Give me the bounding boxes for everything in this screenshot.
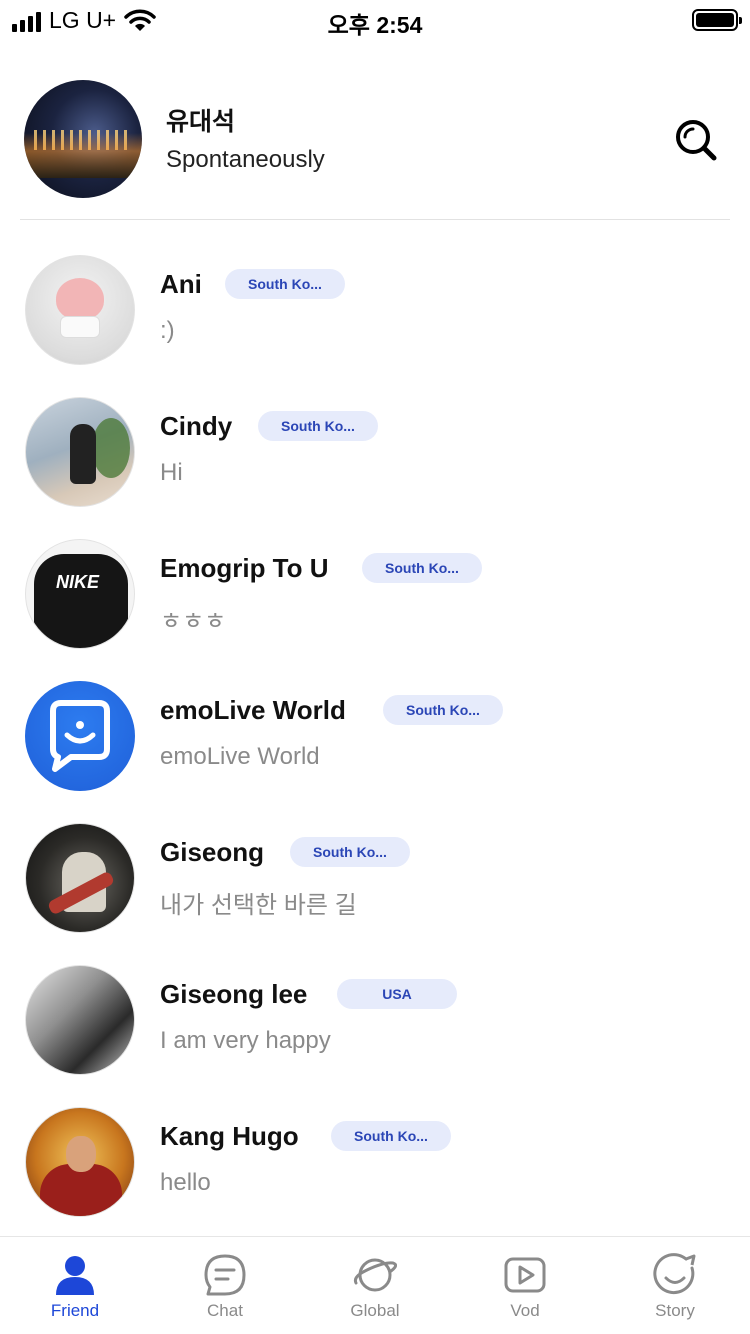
country-badge: South Ko... [225,269,345,299]
country-badge: South Ko... [383,695,503,725]
tab-label: Global [350,1301,400,1320]
friend-status-message: emoLive World [160,743,320,770]
friend-row[interactable]: Giseong South Ko... 내가 선택한 바른 길 [0,823,750,965]
friend-row[interactable]: Ani South Ko... :) [0,255,750,397]
emolive-logo-icon [50,700,110,772]
smile-icon [653,1253,696,1295]
tab-global[interactable]: Global [300,1237,450,1334]
friend-avatar[interactable] [25,681,135,791]
tab-label: Vod [510,1301,540,1320]
tab-friend[interactable]: Friend [0,1237,150,1334]
friend-row[interactable]: Cindy South Ko... Hi [0,397,750,539]
country-badge: USA [337,979,457,1009]
friend-row[interactable]: Kang Hugo South Ko... hello [0,1107,750,1249]
friend-name: emoLive World [160,695,346,725]
country-badge: South Ko... [331,1121,451,1151]
friend-name: Ani [160,269,202,299]
search-icon[interactable] [674,118,718,162]
friend-row[interactable]: NIKE Emogrip To U South Ko... ㅎㅎㅎ [0,539,750,681]
my-name: 유대석 [166,108,236,136]
friend-name: Emogrip To U [160,553,329,583]
friend-name: Giseong lee [160,979,308,1009]
tab-story[interactable]: Story [600,1237,750,1334]
my-status-message: Spontaneously [166,146,325,173]
friend-row[interactable]: emoLive World South Ko... emoLive World [0,681,750,823]
friend-name: Cindy [160,411,233,441]
friend-row[interactable]: Giseong lee USA I am very happy [0,965,750,1107]
planet-icon [353,1258,397,1292]
friend-name: Kang Hugo [160,1121,299,1151]
my-avatar[interactable] [24,80,142,198]
status-bar: LG U+ 오후 2:54 [0,0,750,40]
battery-icon [692,9,742,31]
bottom-tab-bar: Friend Chat Global Vod Story [0,1236,750,1334]
friend-avatar[interactable] [25,397,135,507]
my-profile[interactable]: 유대석 Spontaneously [0,60,750,220]
friend-avatar[interactable] [25,965,135,1075]
tab-vod[interactable]: Vod [450,1237,600,1334]
friend-status-message: 내가 선택한 바른 길 [160,892,357,919]
tab-label: Chat [207,1301,243,1320]
clock-time: 오후 2:54 [327,12,423,38]
person-icon [56,1256,94,1295]
friend-status-message: Hi [160,459,183,486]
country-badge: South Ko... [362,553,482,583]
friend-avatar[interactable] [25,1107,135,1217]
tab-chat[interactable]: Chat [150,1237,300,1334]
profile-divider [20,219,730,220]
chat-icon [204,1254,246,1296]
friend-avatar[interactable]: NIKE [25,539,135,649]
friend-status-message: :) [160,317,175,344]
friend-status-message: hello [160,1169,211,1196]
tab-label: Friend [50,1301,100,1320]
play-icon [504,1257,546,1293]
tab-label: Story [655,1301,695,1320]
friend-avatar[interactable] [25,255,135,365]
friend-status-message: ㅎㅎㅎ [160,608,227,635]
friend-name: Giseong [160,837,265,867]
country-badge: South Ko... [258,411,378,441]
friend-status-message: I am very happy [160,1027,331,1054]
friend-avatar[interactable] [25,823,135,933]
country-badge: South Ko... [290,837,410,867]
